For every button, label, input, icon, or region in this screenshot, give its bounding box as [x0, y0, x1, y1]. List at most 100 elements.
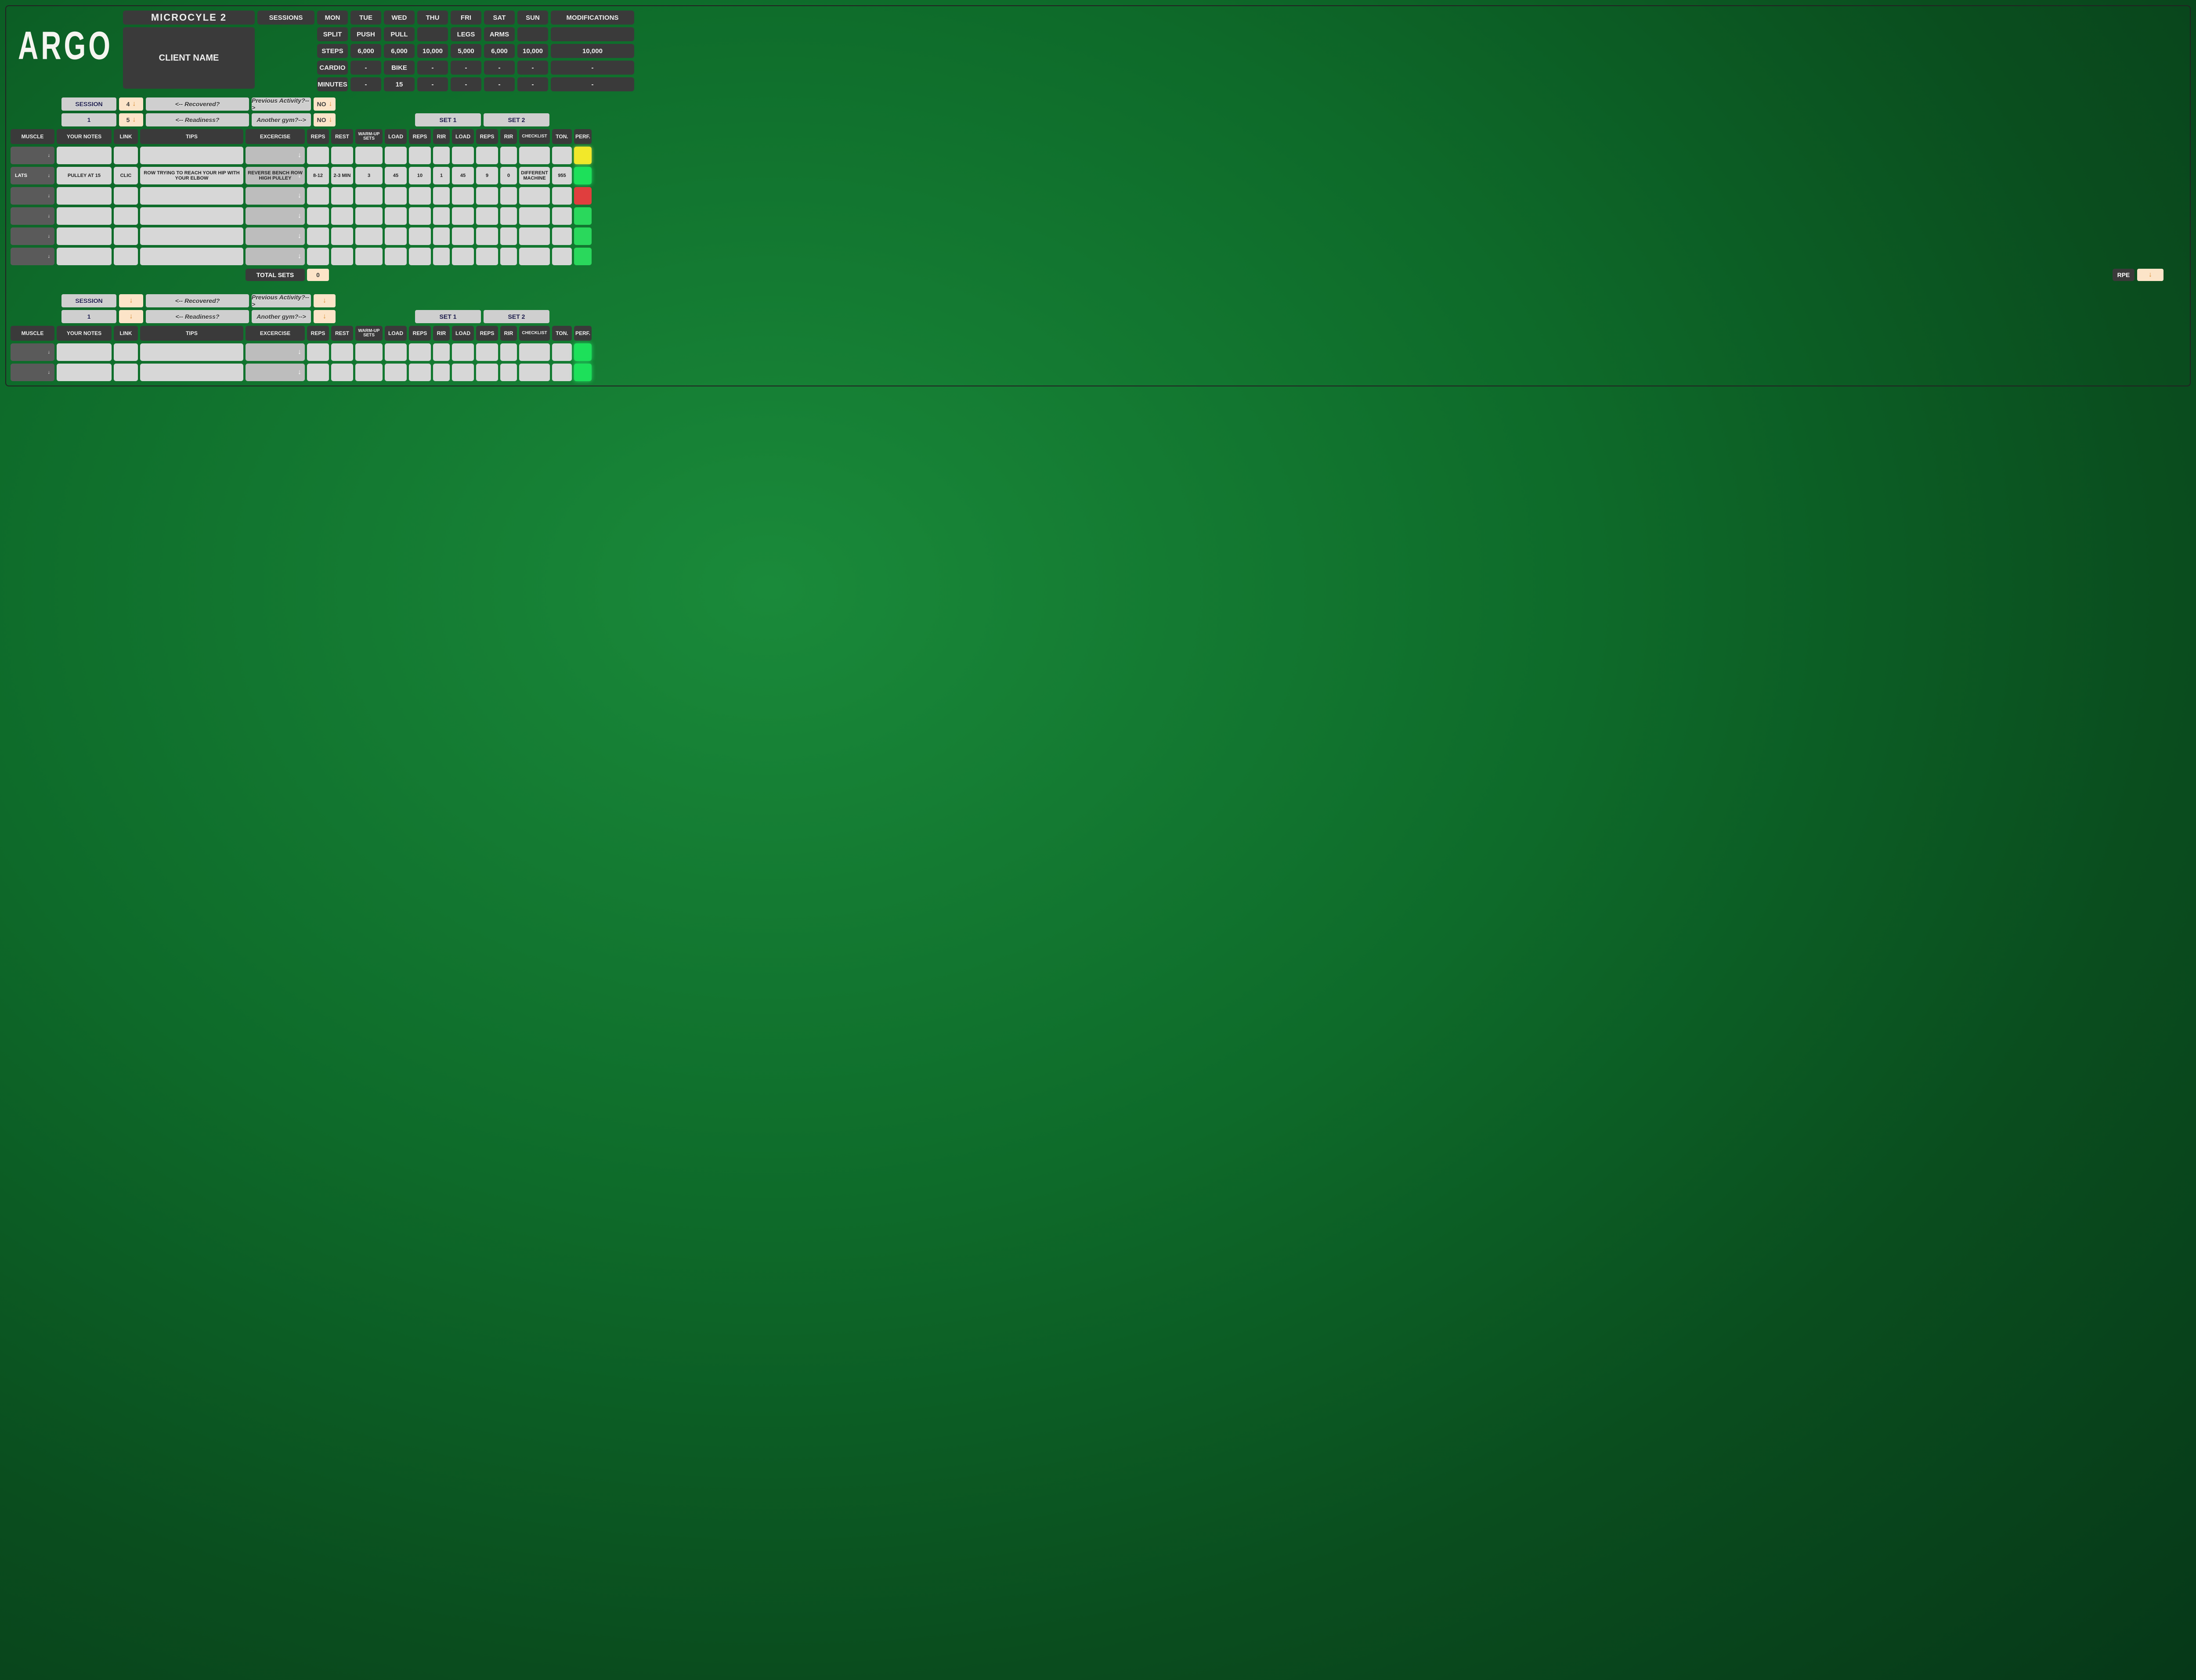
- s1-rir-cell[interactable]: 1: [433, 167, 450, 184]
- s1-load-cell[interactable]: [385, 147, 407, 164]
- tips-cell[interactable]: ROW TRYING TO REACH YOUR HIP WITH YOUR E…: [140, 167, 243, 184]
- ton-cell[interactable]: [552, 147, 572, 164]
- steps-sat[interactable]: 10,000: [517, 44, 548, 58]
- muscle-cell[interactable]: ↓: [11, 147, 54, 164]
- s2-rir-cell[interactable]: 0: [500, 167, 517, 184]
- notes-cell[interactable]: [57, 207, 112, 225]
- ton-cell[interactable]: [552, 343, 572, 361]
- s2-load-cell[interactable]: [452, 207, 474, 225]
- tips-cell[interactable]: [140, 364, 243, 381]
- steps-tue[interactable]: 6,000: [384, 44, 415, 58]
- checklist-cell[interactable]: [519, 343, 550, 361]
- s1-load-cell[interactable]: [385, 248, 407, 265]
- notes-cell[interactable]: [57, 187, 112, 205]
- notes-cell[interactable]: [57, 147, 112, 164]
- cardio-wed[interactable]: -: [417, 61, 448, 75]
- s1-reps-cell[interactable]: [409, 187, 431, 205]
- s2-rir-cell[interactable]: [500, 227, 517, 245]
- exercise-cell[interactable]: ↓: [246, 147, 305, 164]
- link-cell[interactable]: CLIC: [114, 167, 138, 184]
- exercise-cell[interactable]: ↓: [246, 364, 305, 381]
- cardio-thu[interactable]: -: [451, 61, 481, 75]
- split-thu[interactable]: LEGS: [451, 27, 481, 41]
- s2-load-cell[interactable]: [452, 343, 474, 361]
- warmup-cell[interactable]: [355, 187, 383, 205]
- s2-rir-cell[interactable]: [500, 147, 517, 164]
- s2-reps-cell[interactable]: [476, 187, 498, 205]
- reps-cell[interactable]: [307, 227, 329, 245]
- readiness-value-2[interactable]: ↓: [119, 310, 143, 323]
- rpe-value[interactable]: ↓: [2137, 269, 2163, 281]
- minutes-sun[interactable]: -: [551, 77, 634, 91]
- ton-cell[interactable]: 955: [552, 167, 572, 184]
- warmup-cell[interactable]: [355, 227, 383, 245]
- notes-cell[interactable]: PULLEY AT 15: [57, 167, 112, 184]
- link-cell[interactable]: [114, 248, 138, 265]
- s2-reps-cell[interactable]: [476, 248, 498, 265]
- cardio-sat[interactable]: -: [517, 61, 548, 75]
- warmup-cell[interactable]: [355, 207, 383, 225]
- checklist-cell[interactable]: [519, 364, 550, 381]
- exercise-cell[interactable]: REVERSE BENCH ROW HIGH PULLEY↓: [246, 167, 305, 184]
- another-gym-value[interactable]: NO↓: [314, 113, 336, 126]
- s1-reps-cell[interactable]: [409, 248, 431, 265]
- warmup-cell[interactable]: [355, 343, 383, 361]
- split-wed[interactable]: [417, 27, 448, 41]
- s1-reps-cell[interactable]: [409, 364, 431, 381]
- split-sun[interactable]: [551, 27, 634, 41]
- s1-load-cell[interactable]: [385, 227, 407, 245]
- rest-cell[interactable]: [331, 187, 353, 205]
- checklist-cell[interactable]: [519, 187, 550, 205]
- split-mon[interactable]: PUSH: [350, 27, 381, 41]
- s2-reps-cell[interactable]: [476, 147, 498, 164]
- minutes-wed[interactable]: -: [417, 77, 448, 91]
- steps-fri[interactable]: 6,000: [484, 44, 515, 58]
- reps-cell[interactable]: [307, 248, 329, 265]
- warmup-cell[interactable]: [355, 248, 383, 265]
- prev-activity-value[interactable]: NO↓: [314, 97, 336, 111]
- minutes-tue[interactable]: 15: [384, 77, 415, 91]
- minutes-mon[interactable]: -: [350, 77, 381, 91]
- s1-rir-cell[interactable]: [433, 364, 450, 381]
- s1-reps-cell[interactable]: [409, 227, 431, 245]
- ton-cell[interactable]: [552, 207, 572, 225]
- rest-cell[interactable]: 2-3 MIN: [331, 167, 353, 184]
- link-cell[interactable]: [114, 207, 138, 225]
- s2-load-cell[interactable]: [452, 364, 474, 381]
- muscle-cell[interactable]: ↓: [11, 207, 54, 225]
- minutes-sat[interactable]: -: [517, 77, 548, 91]
- recovered-value-2[interactable]: ↓: [119, 294, 143, 307]
- s2-reps-cell[interactable]: [476, 343, 498, 361]
- readiness-value[interactable]: 5↓: [119, 113, 143, 126]
- split-sat[interactable]: [517, 27, 548, 41]
- s2-reps-cell[interactable]: 9: [476, 167, 498, 184]
- prev-activity-value-2[interactable]: ↓: [314, 294, 336, 307]
- tips-cell[interactable]: [140, 187, 243, 205]
- muscle-cell[interactable]: ↓: [11, 187, 54, 205]
- steps-sun[interactable]: 10,000: [551, 44, 634, 58]
- tips-cell[interactable]: [140, 343, 243, 361]
- ton-cell[interactable]: [552, 227, 572, 245]
- notes-cell[interactable]: [57, 248, 112, 265]
- s1-load-cell[interactable]: [385, 207, 407, 225]
- muscle-cell[interactable]: ↓: [11, 364, 54, 381]
- s1-reps-cell[interactable]: [409, 343, 431, 361]
- s1-rir-cell[interactable]: [433, 227, 450, 245]
- ton-cell[interactable]: [552, 187, 572, 205]
- rest-cell[interactable]: [331, 364, 353, 381]
- ton-cell[interactable]: [552, 364, 572, 381]
- rest-cell[interactable]: [331, 343, 353, 361]
- s1-reps-cell[interactable]: [409, 147, 431, 164]
- another-gym-value-2[interactable]: ↓: [314, 310, 336, 323]
- s2-rir-cell[interactable]: [500, 343, 517, 361]
- exercise-cell[interactable]: ↓: [246, 343, 305, 361]
- checklist-cell[interactable]: [519, 227, 550, 245]
- s2-rir-cell[interactable]: [500, 187, 517, 205]
- steps-thu[interactable]: 5,000: [451, 44, 481, 58]
- s2-load-cell[interactable]: [452, 248, 474, 265]
- reps-cell[interactable]: 8-12: [307, 167, 329, 184]
- checklist-cell[interactable]: [519, 207, 550, 225]
- checklist-cell[interactable]: [519, 147, 550, 164]
- tips-cell[interactable]: [140, 147, 243, 164]
- s1-rir-cell[interactable]: [433, 147, 450, 164]
